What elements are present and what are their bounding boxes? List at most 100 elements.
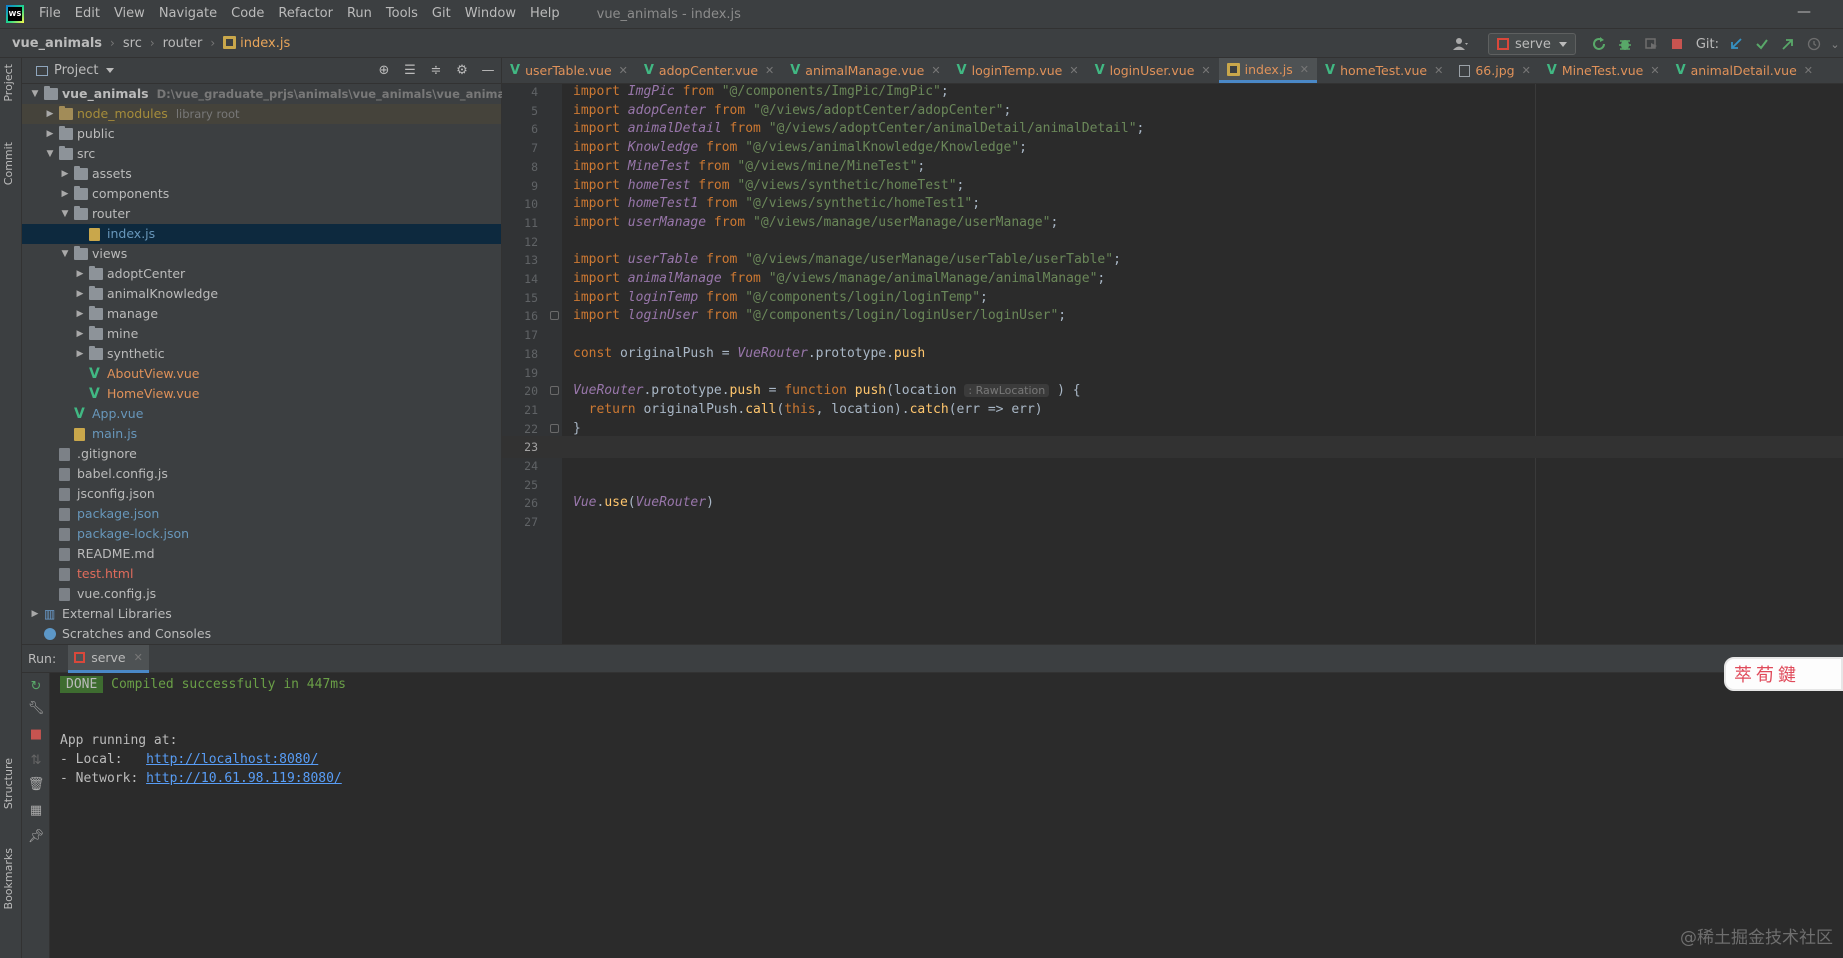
trash-icon[interactable]: 🗑︎	[26, 775, 46, 795]
wrench-icon[interactable]: 🔧︎	[26, 699, 46, 719]
tree-item-animalknowledge[interactable]: ▶ animalKnowledge	[22, 284, 501, 304]
rerun-icon[interactable]: ↻	[26, 677, 46, 697]
tree-item-synthetic[interactable]: ▶ synthetic	[22, 344, 501, 364]
close-icon[interactable]: ✕	[619, 64, 628, 77]
menu-refactor[interactable]: Refactor	[271, 0, 340, 28]
chevron-right-icon[interactable]: ▶	[75, 304, 85, 324]
editor-tab-logintemp-vue[interactable]: VloginTemp.vue ✕	[949, 58, 1087, 83]
menu-edit[interactable]: Edit	[68, 0, 107, 28]
tree-item-readme-md[interactable]: README.md	[22, 544, 501, 564]
git-update-icon[interactable]	[1725, 33, 1747, 55]
chevron-right-icon[interactable]: ▶	[75, 344, 85, 364]
editor-tab-animalmanage-vue[interactable]: VanimalManage.vue ✕	[782, 58, 948, 83]
close-icon[interactable]: ✕	[1434, 64, 1443, 77]
tree-item-external-libraries[interactable]: ▶ ▥ External Libraries	[22, 604, 501, 624]
tree-item-package-json[interactable]: package.json	[22, 504, 501, 524]
tree-item-app-vue[interactable]: V App.vue	[22, 404, 501, 424]
menu-code[interactable]: Code	[224, 0, 271, 28]
layout-icon[interactable]: ▦	[26, 801, 46, 821]
run-configuration-select[interactable]: serve	[1488, 33, 1576, 55]
chevron-down-icon[interactable]: ▼	[60, 204, 70, 224]
close-icon[interactable]: ✕	[1804, 64, 1813, 77]
menu-view[interactable]: View	[107, 0, 152, 28]
breadcrumb-file[interactable]: index.js	[219, 35, 294, 51]
debug-icon[interactable]	[1614, 33, 1636, 55]
chevron-right-icon[interactable]: ▶	[60, 184, 70, 204]
commit-tool-tab[interactable]: Commit	[2, 142, 15, 185]
tree-item-components[interactable]: ▶ components	[22, 184, 501, 204]
chevron-right-icon[interactable]: ▶	[45, 124, 55, 144]
menu-tools[interactable]: Tools	[379, 0, 425, 28]
restore-layout-icon[interactable]: ⇅	[26, 751, 46, 771]
project-view-select[interactable]: Project	[36, 63, 115, 78]
git-push-icon[interactable]	[1777, 33, 1799, 55]
tree-item-babel-config-js[interactable]: babel.config.js	[22, 464, 501, 484]
close-icon[interactable]: ✕	[1069, 64, 1078, 77]
tree-item-src[interactable]: ▼ src	[22, 144, 501, 164]
tree-item-gitignore[interactable]: .gitignore	[22, 444, 501, 464]
gear-icon[interactable]: ⚙	[449, 63, 475, 78]
tree-item-scratches-and-consoles[interactable]: Scratches and Consoles	[22, 624, 501, 644]
tree-item-vue-animals[interactable]: ▼ vue_animals D:\vue_graduate_prjs\animals…	[22, 84, 516, 104]
tree-item-test-html[interactable]: test.html	[22, 564, 501, 584]
menu-help[interactable]: Help	[523, 0, 567, 28]
chevron-down-icon[interactable]: ▼	[45, 144, 55, 164]
tree-item-homeview-vue[interactable]: V HomeView.vue	[22, 384, 501, 404]
editor-tab-minetest-vue[interactable]: V MineTest.vue ✕	[1539, 58, 1668, 83]
tree-item-views[interactable]: ▼ views	[22, 244, 501, 264]
fold-marker-icon[interactable]	[550, 311, 559, 321]
coverage-icon[interactable]	[1640, 33, 1662, 55]
tree-item-vue-config-js[interactable]: vue.config.js	[22, 584, 501, 604]
menu-file[interactable]: File	[32, 0, 68, 28]
expand-all-icon[interactable]: ☰	[397, 63, 423, 78]
close-icon[interactable]: ✕	[1300, 63, 1309, 76]
chevron-right-icon[interactable]: ▶	[75, 264, 85, 284]
close-icon[interactable]: ✕	[1201, 64, 1210, 77]
tree-item-main-js[interactable]: main.js	[22, 424, 501, 444]
menu-window[interactable]: Window	[458, 0, 523, 28]
tree-item-mine[interactable]: ▶ mine	[22, 324, 501, 344]
network-url-link[interactable]: http://10.61.98.119:8080/	[146, 771, 342, 786]
code-editor[interactable]: 4 import ImgPic from "@/components/ImgPic…	[502, 84, 1843, 644]
console-output[interactable]: DONE Compiled successfully in 447ms App …	[50, 673, 1843, 958]
history-icon[interactable]	[1803, 33, 1825, 55]
tree-item-package-lock-json[interactable]: package-lock.json	[22, 524, 501, 544]
chevron-right-icon[interactable]: ▶	[60, 164, 70, 184]
stop-icon[interactable]	[1666, 33, 1688, 55]
close-icon[interactable]: ✕	[134, 651, 143, 664]
tree-item-manage[interactable]: ▶ manage	[22, 304, 501, 324]
breadcrumb-src[interactable]: src	[119, 36, 146, 51]
editor-tab-usertable-vue[interactable]: VuserTable.vue ✕	[502, 58, 636, 83]
run-tab-serve[interactable]: serve ✕	[68, 644, 149, 673]
close-icon[interactable]: ✕	[1522, 64, 1531, 77]
chevron-right-icon[interactable]: ▶	[75, 324, 85, 344]
close-icon[interactable]: ✕	[931, 64, 940, 77]
git-commit-icon[interactable]	[1751, 33, 1773, 55]
tree-item-index-js[interactable]: index.js	[22, 224, 501, 244]
structure-tool-tab[interactable]: Structure	[2, 758, 15, 809]
hide-panel-icon[interactable]: —	[475, 63, 501, 78]
menu-git[interactable]: Git	[425, 0, 458, 28]
editor-tab-66-jpg[interactable]: 66.jpg ✕	[1451, 58, 1538, 83]
rerun-icon[interactable]	[1588, 33, 1610, 55]
chevron-right-icon[interactable]: ▶	[45, 104, 55, 124]
chevron-down-icon[interactable]: ▼	[60, 244, 70, 264]
fold-marker-icon[interactable]	[550, 423, 559, 433]
project-tool-tab[interactable]: Project	[2, 64, 15, 102]
tree-item-router[interactable]: ▼ router	[22, 204, 501, 224]
close-icon[interactable]: ✕	[1650, 64, 1659, 77]
more-chevron-icon[interactable]: ⌄	[1829, 33, 1841, 55]
tree-item-aboutview-vue[interactable]: V AboutView.vue	[22, 364, 501, 384]
close-icon[interactable]: ✕	[765, 64, 774, 77]
chevron-down-icon[interactable]: ▼	[30, 84, 40, 104]
pin-icon[interactable]: 📌︎	[26, 827, 46, 847]
editor-tab-animaldetail-vue[interactable]: VanimalDetail.vue ✕	[1668, 58, 1821, 83]
bookmarks-tool-tab[interactable]: Bookmarks	[2, 848, 15, 909]
chevron-right-icon[interactable]: ▶	[75, 284, 85, 304]
breadcrumb-router[interactable]: router	[159, 36, 207, 51]
menu-run[interactable]: Run	[340, 0, 379, 28]
collapse-all-icon[interactable]: ≑	[423, 63, 449, 78]
tree-item-jsconfig-json[interactable]: jsconfig.json	[22, 484, 501, 504]
local-url-link[interactable]: http://localhost:8080/	[146, 752, 318, 767]
menu-navigate[interactable]: Navigate	[152, 0, 224, 28]
